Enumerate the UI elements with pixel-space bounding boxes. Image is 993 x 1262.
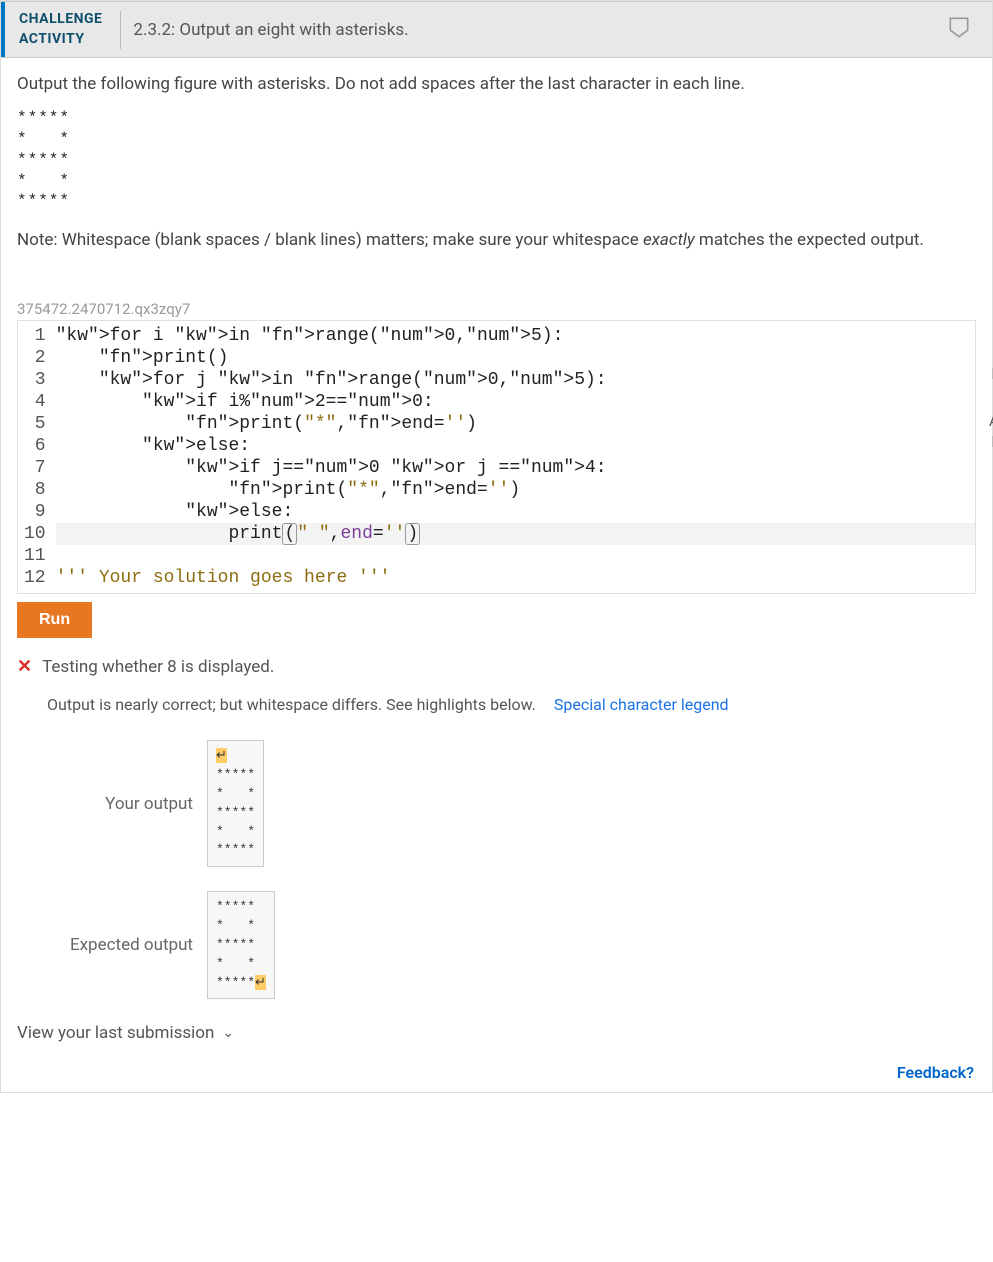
feedback-link[interactable]: Feedback? (897, 1063, 974, 1082)
code-body[interactable]: "kw">for i "kw">in "fn">range("num">0,"n… (56, 321, 975, 593)
challenge-label-line2: ACTIVITY (19, 31, 85, 47)
shield-icon (980, 320, 993, 344)
your-output-row: Your output ↵****** ******* ****** (47, 740, 976, 867)
run-button[interactable]: Run (17, 602, 92, 638)
code-editor[interactable]: 123456789101112 "kw">for i "kw">in "fn">… (17, 320, 976, 594)
code-editor-wrap: 123456789101112 "kw">for i "kw">in "fn">… (17, 320, 976, 594)
expected-output-row: Expected output ****** ******* ******↵ (47, 891, 976, 999)
shield-icon (946, 15, 972, 45)
special-char-legend-link[interactable]: Special character legend (554, 695, 729, 714)
content-hash: 375472.2470712.qx3zqy7 (17, 300, 976, 318)
note-em: exactly (643, 230, 695, 250)
test-status-sidebar: 1 test passed All tests passed (980, 320, 993, 456)
expected-output-box: ****** ******* ******↵ (207, 891, 275, 999)
shield-icon (980, 388, 993, 412)
challenge-header: CHALLENGE ACTIVITY 2.3.2: Output an eigh… (1, 1, 992, 58)
challenge-container: CHALLENGE ACTIVITY 2.3.2: Output an eigh… (0, 0, 993, 1093)
line-gutter: 123456789101112 (18, 321, 56, 593)
your-output-label: Your output (47, 794, 207, 814)
chevron-down-icon: ⌄ (222, 1025, 234, 1041)
test-result-line: ✕ Testing whether 8 is displayed. (17, 656, 976, 677)
fail-x-icon: ✕ (17, 656, 32, 677)
status-1-test-passed: 1 test passed (980, 320, 993, 380)
status-text-2: All tests passed (980, 412, 993, 448)
nearly-correct-msg: Output is nearly correct; but whitespace… (47, 695, 536, 714)
expected-output-label: Expected output (47, 935, 207, 955)
note-prefix: Note: Whitespace (blank spaces / blank l… (17, 230, 643, 250)
expected-figure: ***** * * ***** * * ***** (17, 108, 976, 212)
header-divider (120, 11, 121, 49)
whitespace-note: Note: Whitespace (blank spaces / blank l… (17, 230, 976, 250)
challenge-title: 2.3.2: Output an eight with asterisks. (133, 20, 946, 40)
note-suffix: matches the expected output. (695, 230, 924, 250)
status-text-1: 1 test passed (980, 344, 993, 380)
view-last-label: View your last submission (17, 1023, 214, 1043)
challenge-label-line1: CHALLENGE (19, 11, 102, 27)
test-name: Testing whether 8 is displayed. (42, 657, 274, 677)
instructions-text: Output the following figure with asteris… (17, 74, 976, 94)
your-output-box: ↵****** ******* ****** (207, 740, 264, 867)
view-last-submission-toggle[interactable]: View your last submission ⌄ (17, 1023, 976, 1043)
challenge-badge-label: CHALLENGE ACTIVITY (1, 2, 116, 57)
feedback-link-row: Feedback? (1, 1059, 992, 1092)
status-all-tests-passed: All tests passed (980, 388, 993, 448)
result-feedback-line: Output is nearly correct; but whitespace… (47, 695, 976, 714)
content-area: Output the following figure with asteris… (1, 58, 992, 1059)
